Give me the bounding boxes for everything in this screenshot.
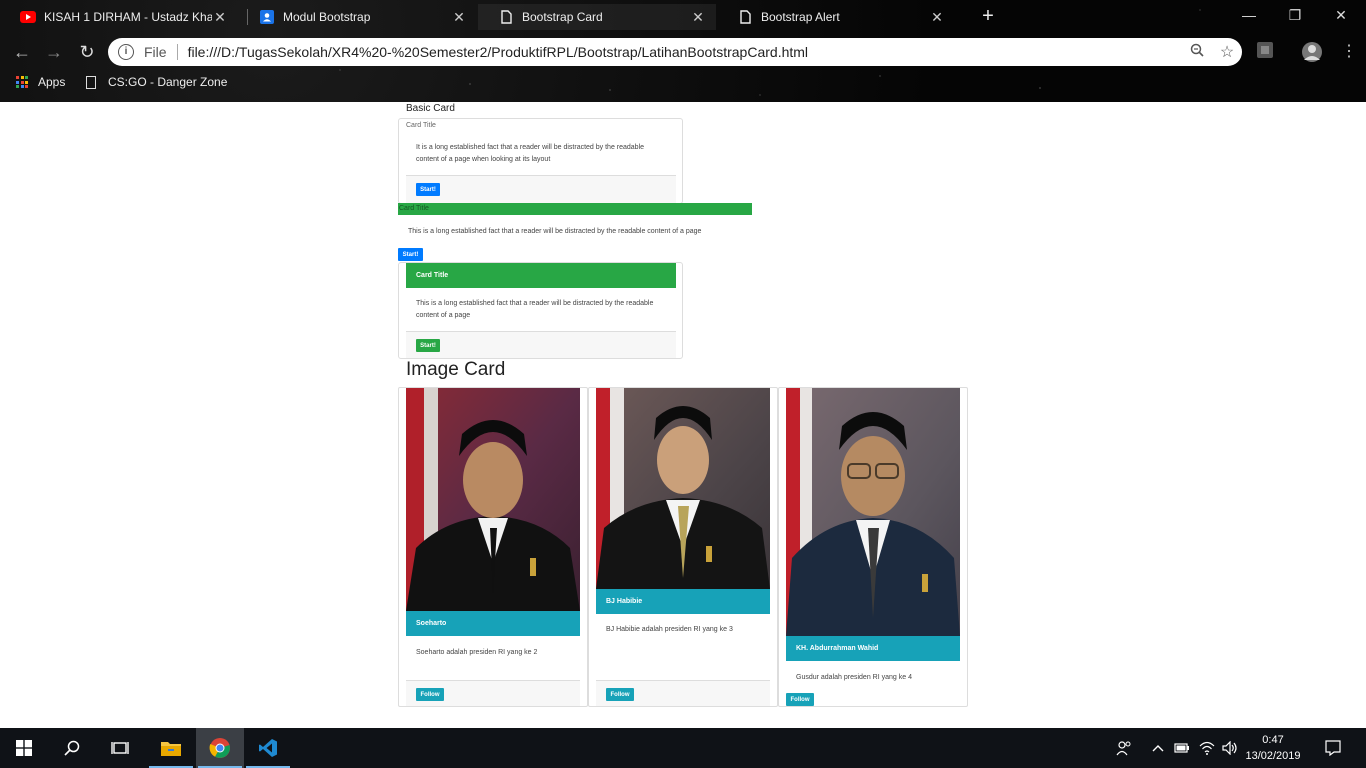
tab-kisah[interactable]: KISAH 1 DIRHAM - Ustadz Khalid ✕ [0, 4, 238, 30]
card-footer: Follow [406, 680, 580, 706]
url-text[interactable]: file:///D:/TugasSekolah/XR4%20-%20Semest… [188, 44, 1182, 60]
card-header: Card Title [406, 263, 676, 288]
start-button[interactable]: Start! [398, 248, 423, 261]
tab-bootstrap-card[interactable]: Bootstrap Card ✕ [478, 4, 716, 30]
tab-modul-bootstrap[interactable]: Modul Bootstrap ✕ [239, 4, 477, 30]
wifi-icon[interactable] [1197, 728, 1217, 768]
image-card-habibie: BJ Habibie BJ Habibie adalah presiden RI… [588, 387, 778, 707]
people-icon[interactable] [1112, 728, 1136, 768]
apps-grid-icon [16, 76, 28, 88]
follow-button[interactable]: Follow [416, 688, 444, 701]
card-footer: Start! [406, 331, 676, 358]
image-card-heading: Image Card [406, 359, 506, 380]
close-icon[interactable]: ✕ [690, 9, 706, 26]
bookmark-label: Apps [38, 75, 66, 89]
clock-time: 0:47 [1262, 734, 1284, 746]
portrait-image [596, 388, 770, 589]
divider [176, 44, 178, 60]
contact-card-icon [259, 9, 275, 25]
card-footer: Follow [596, 680, 770, 706]
card-header: Soeharto [406, 611, 580, 636]
header-card: Card Title This is a long established fa… [398, 262, 683, 359]
system-clock[interactable]: 0:47 13/02/2019 [1240, 732, 1306, 764]
browser-chrome: KISAH 1 DIRHAM - Ustadz Khalid ✕ Modul B… [0, 0, 1366, 102]
page-icon [498, 9, 514, 25]
clock-date: 13/02/2019 [1245, 750, 1301, 762]
portrait-image [786, 388, 960, 636]
window-close-icon[interactable]: ✕ [1318, 2, 1364, 28]
chevron-up-icon[interactable] [1148, 728, 1168, 768]
portrait-image [406, 388, 580, 611]
tab-title: Bootstrap Alert [761, 10, 840, 24]
extension-icon[interactable] [1256, 41, 1278, 63]
notification-icon[interactable] [1320, 728, 1346, 768]
task-view-icon[interactable] [96, 728, 144, 768]
battery-icon[interactable] [1172, 728, 1192, 768]
close-icon[interactable]: ✕ [451, 9, 467, 26]
profile-avatar-icon[interactable] [1301, 41, 1323, 63]
menu-kebab-icon[interactable]: ⋮ [1338, 41, 1360, 63]
tab-title: KISAH 1 DIRHAM - Ustadz Khalid [44, 10, 212, 24]
volume-icon[interactable] [1220, 728, 1240, 768]
image-card-gusdur: KH. Abdurrahman Wahid Gusdur adalah pres… [778, 387, 968, 707]
card-text: Soeharto adalah presiden RI yang ke 2 [416, 649, 538, 656]
chrome-icon[interactable] [196, 728, 244, 768]
taskbar: 0:47 13/02/2019 [0, 728, 1366, 768]
start-button[interactable]: Start! [416, 183, 440, 196]
follow-button[interactable]: Follow [786, 693, 814, 706]
card-text: BJ Habibie adalah presiden RI yang ke 3 [606, 626, 733, 633]
card-header: KH. Abdurrahman Wahid [786, 636, 960, 661]
file-explorer-icon[interactable] [147, 728, 195, 768]
card-text: This is a long established fact that a r… [408, 228, 702, 235]
bookmark-apps[interactable]: Apps [16, 75, 65, 89]
page-icon [737, 9, 753, 25]
back-icon[interactable]: ← [10, 40, 34, 64]
new-tab-button[interactable]: + [978, 5, 998, 27]
youtube-icon [20, 9, 36, 25]
basic-card-heading: Basic Card [406, 103, 455, 114]
minimize-icon[interactable]: — [1226, 2, 1272, 28]
card-header: BJ Habibie [596, 589, 770, 614]
follow-button[interactable]: Follow [606, 688, 634, 701]
start-button[interactable]: Start! [416, 339, 440, 352]
image-card-deck: Soeharto Soeharto adalah presiden RI yan… [398, 387, 968, 707]
card-footer: Start! [406, 175, 676, 203]
vscode-icon[interactable] [244, 728, 292, 768]
search-icon[interactable] [48, 728, 96, 768]
card-title-bar: Card Title [398, 203, 752, 215]
page-icon [86, 75, 96, 89]
info-icon[interactable]: i [118, 44, 134, 60]
tab-title: Modul Bootstrap [283, 10, 371, 24]
basic-card: Card Title It is a long established fact… [398, 118, 683, 204]
page-content: Basic Card Card Title It is a long estab… [0, 102, 1366, 728]
close-icon[interactable]: ✕ [212, 9, 228, 26]
tab-bootstrap-alert[interactable]: Bootstrap Alert ✕ [717, 4, 955, 30]
image-card-soeharto: Soeharto Soeharto adalah presiden RI yan… [398, 387, 588, 707]
card-text: This is a long established fact that a r… [416, 300, 654, 319]
restore-icon[interactable]: ❐ [1272, 2, 1318, 28]
address-bar[interactable]: i File file:///D:/TugasSekolah/XR4%20-%2… [108, 38, 1242, 66]
forward-icon[interactable]: → [42, 40, 66, 64]
card-text: Gusdur adalah presiden RI yang ke 4 [796, 674, 912, 681]
bookmark-label: CS:GO - Danger Zone [108, 75, 228, 89]
windows-start-icon[interactable] [0, 728, 48, 768]
bookmark-csgo[interactable]: CS:GO - Danger Zone [86, 75, 227, 89]
scheme-label: File [144, 44, 167, 60]
bookmark-star-icon[interactable]: ☆ [1212, 42, 1242, 62]
card-title: Card Title [406, 122, 436, 129]
card-text: It is a long established fact that a rea… [416, 144, 645, 163]
close-icon[interactable]: ✕ [929, 9, 945, 26]
tab-title: Bootstrap Card [522, 10, 603, 24]
bookmarks-bar: Apps CS:GO - Danger Zone [0, 73, 1366, 95]
reload-icon[interactable]: ↻ [75, 40, 99, 64]
zoom-icon[interactable] [1182, 43, 1212, 62]
